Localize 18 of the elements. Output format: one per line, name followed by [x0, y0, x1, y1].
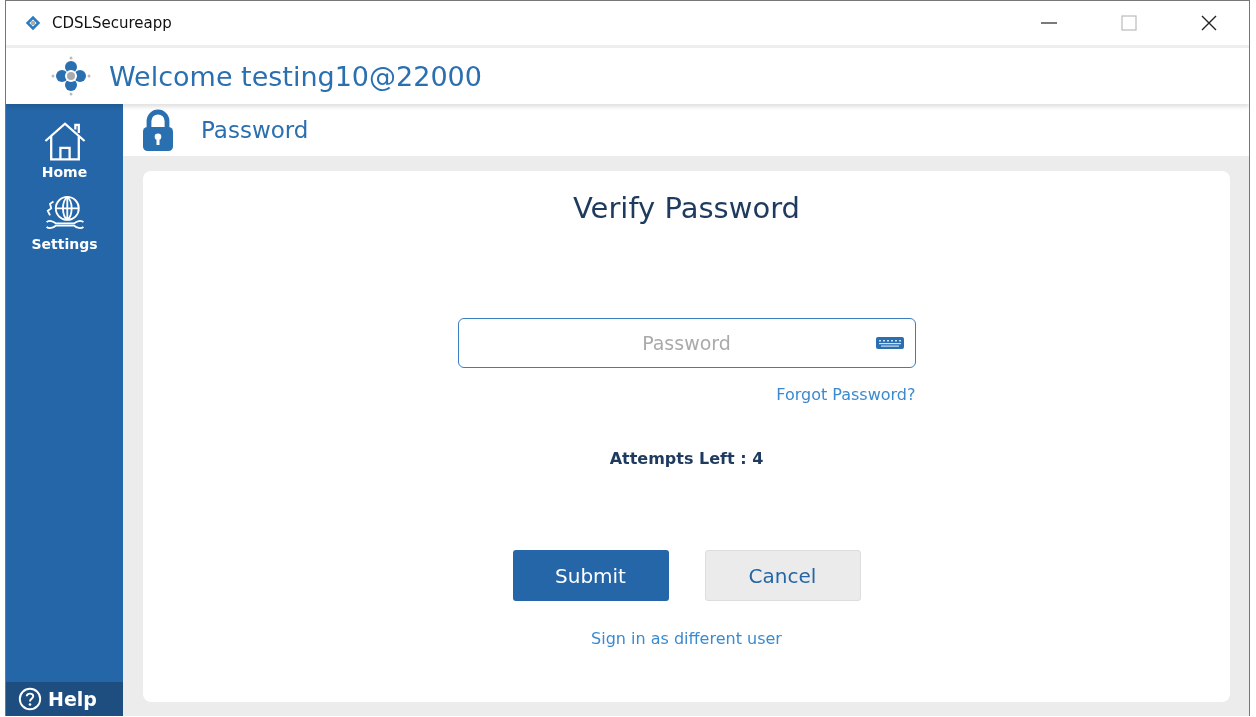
app-logo-icon — [24, 14, 42, 32]
window-title: CDSLSecureapp — [52, 14, 172, 32]
help-icon — [18, 687, 42, 711]
sidebar-item[interactable]: Settings — [6, 190, 123, 252]
dialog-heading: Verify Password — [573, 191, 800, 225]
sign-in-different-user-link[interactable]: Sign in as different user — [591, 629, 782, 648]
app-logo-icon — [51, 56, 91, 96]
attempts-left-text: Attempts Left : 4 — [609, 449, 764, 468]
keyboard-icon[interactable] — [875, 335, 904, 351]
page-title: Password — [201, 117, 309, 143]
forgot-password-link[interactable]: Forgot Password? — [776, 385, 916, 404]
cancel-button[interactable]: Cancel — [704, 550, 861, 601]
welcome-title: Welcome testing10@22000 — [109, 60, 482, 92]
help-button[interactable]: Help — [6, 682, 123, 716]
password-field[interactable]: Password — [457, 318, 916, 368]
close-icon[interactable] — [1199, 13, 1219, 33]
submit-button[interactable]: Submit — [512, 550, 669, 601]
sidebar-item[interactable]: Home — [6, 118, 123, 180]
